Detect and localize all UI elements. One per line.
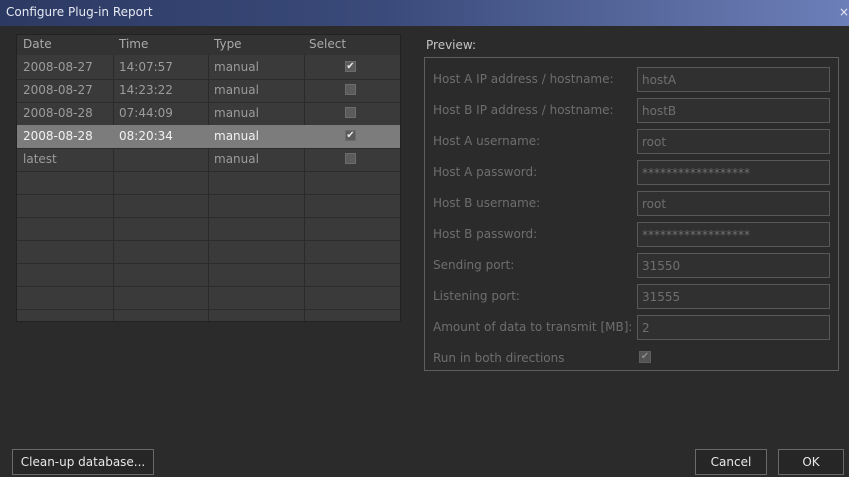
header-time[interactable]: Time — [119, 37, 148, 51]
run-both-directions-label: Run in both directions — [433, 351, 565, 365]
table-row[interactable]: 2008-08-28 08:20:34 manual ✔ — [17, 125, 400, 149]
preview-field-value: ****************** — [637, 160, 830, 185]
cell-date: 2008-08-27 — [23, 60, 93, 74]
cell-time: 08:20:34 — [119, 129, 173, 143]
select-checkbox[interactable] — [345, 153, 356, 164]
preview-field-value: 2 — [637, 315, 830, 340]
cell-type: manual — [214, 152, 259, 166]
empty-row — [17, 286, 400, 310]
select-checkbox[interactable] — [345, 84, 356, 95]
window-title: Configure Plug-in Report — [6, 5, 153, 19]
table-row[interactable]: 2008-08-27 14:23:22 manual — [17, 79, 400, 103]
cleanup-database-button[interactable]: Clean-up database... — [12, 449, 154, 475]
empty-row — [17, 309, 400, 333]
ok-button[interactable]: OK — [778, 449, 844, 475]
select-checkbox[interactable]: ✔ — [345, 61, 356, 72]
empty-row — [17, 263, 400, 287]
cell-time: 07:44:09 — [119, 106, 173, 120]
cancel-button[interactable]: Cancel — [695, 449, 767, 475]
select-checkbox[interactable]: ✔ — [345, 130, 356, 141]
cell-time: 14:23:22 — [119, 83, 173, 97]
cell-date: 2008-08-28 — [23, 129, 93, 143]
cell-type: manual — [214, 106, 259, 120]
preview-field-value: 31550 — [637, 253, 830, 278]
preview-field-label: Amount of data to transmit [MB]: — [433, 320, 633, 334]
report-table: Date Time Type Select 2008-08-27 14:07:57… — [16, 34, 401, 333]
preview-field-label: Sending port: — [433, 258, 515, 272]
preview-field-label: Host A username: — [433, 134, 541, 148]
empty-row — [17, 240, 400, 264]
preview-field-label: Host B IP address / hostname: — [433, 103, 614, 117]
close-icon[interactable]: × — [839, 5, 849, 19]
preview-field-value: root — [637, 191, 830, 216]
header-date[interactable]: Date — [23, 37, 52, 51]
cell-type: manual — [214, 83, 259, 97]
empty-row — [17, 194, 400, 218]
preview-label: Preview: — [426, 38, 477, 52]
preview-field-label: Listening port: — [433, 289, 520, 303]
cell-date: latest — [23, 152, 57, 166]
select-checkbox[interactable] — [345, 107, 356, 118]
cell-time: 14:07:57 — [119, 60, 173, 74]
cell-date: 2008-08-27 — [23, 83, 93, 97]
table-row[interactable]: 2008-08-28 07:44:09 manual — [17, 102, 400, 126]
run-both-directions-checkbox: ✔ — [639, 351, 651, 363]
table-header: Date Time Type Select — [17, 35, 400, 55]
cell-date: 2008-08-28 — [23, 106, 93, 120]
cell-type: manual — [214, 129, 259, 143]
preview-field-value: ****************** — [637, 222, 830, 247]
cell-type: manual — [214, 60, 259, 74]
table-row[interactable]: latest manual — [17, 148, 400, 172]
preview-field-label: Host B username: — [433, 196, 541, 210]
preview-field-value: 31555 — [637, 284, 830, 309]
preview-field-label: Host A IP address / hostname: — [433, 72, 614, 86]
preview-field-value: hostB — [637, 98, 830, 123]
preview-field-label: Host A password: — [433, 165, 538, 179]
empty-row — [17, 217, 400, 241]
preview-field-value: hostA — [637, 67, 830, 92]
empty-row — [17, 171, 400, 195]
preview-field-value: root — [637, 129, 830, 154]
title-bar: Configure Plug-in Report × — [0, 0, 849, 26]
preview-panel: Host A IP address / hostname: hostA Host B… — [424, 57, 839, 371]
header-select[interactable]: Select — [309, 37, 346, 51]
table-row[interactable]: 2008-08-27 14:07:57 manual ✔ — [17, 56, 400, 80]
preview-field-label: Host B password: — [433, 227, 538, 241]
header-type[interactable]: Type — [214, 37, 242, 51]
